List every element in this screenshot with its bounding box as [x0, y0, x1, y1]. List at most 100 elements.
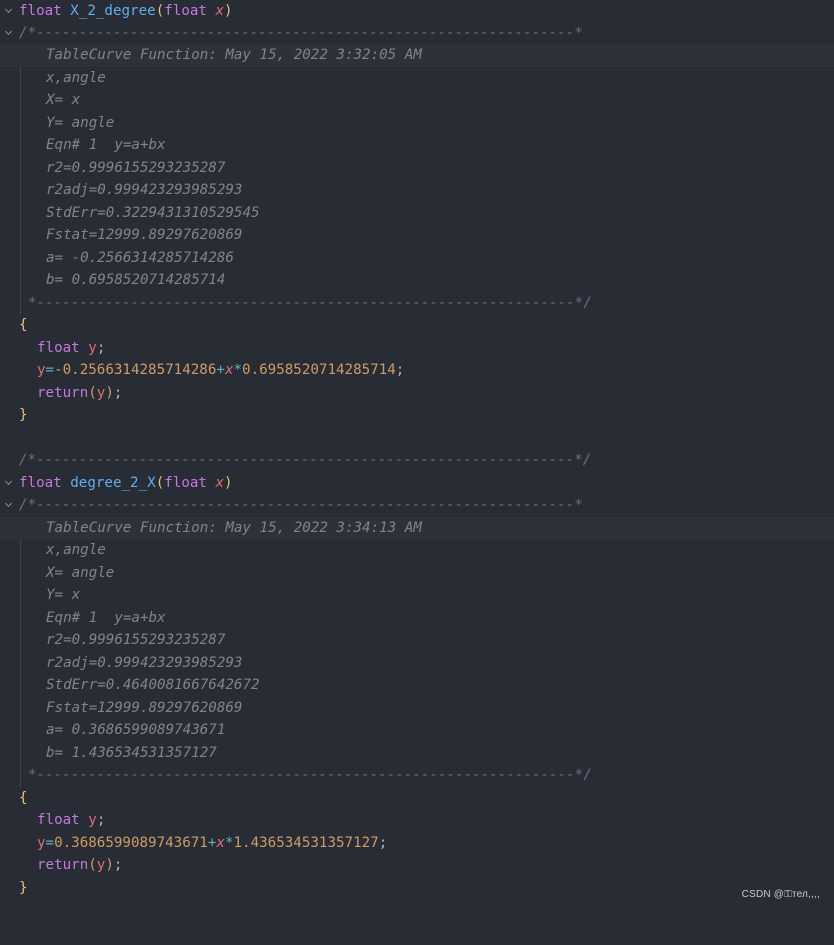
code-line[interactable]: r2=0.9996155293235287 — [0, 629, 834, 652]
keyword: float — [164, 3, 207, 19]
code-line[interactable]: { — [0, 314, 834, 337]
keyword: return — [37, 857, 89, 873]
number: 0.6958520714285714 — [242, 362, 396, 378]
code-line[interactable]: { — [0, 787, 834, 810]
comment-line: TableCurve Function: May 15, 2022 3:34:1… — [46, 520, 422, 536]
fold-chevron-icon[interactable] — [2, 22, 16, 45]
code-line[interactable]: y=-0.2566314285714286+x*0.69585207142857… — [0, 359, 834, 382]
code-line[interactable]: y=0.3686599089743671+x*1.436534531357127… — [0, 832, 834, 855]
brace-open: { — [19, 790, 28, 806]
brace-close: } — [19, 880, 28, 896]
code-line[interactable]: float y; — [0, 809, 834, 832]
comment-line: Eqn# 1 y=a+bx — [46, 137, 166, 153]
comment-line: r2=0.9996155293235287 — [46, 160, 226, 176]
variable: y — [88, 340, 97, 356]
comment-line: X= angle — [46, 565, 115, 581]
code-line[interactable]: Eqn# 1 y=a+bx — [0, 134, 834, 157]
code-line[interactable]: x,angle — [0, 539, 834, 562]
code-line[interactable]: float y; — [0, 337, 834, 360]
code-line[interactable]: return(y); — [0, 854, 834, 877]
param-name: x — [215, 475, 225, 491]
param-name: x — [215, 3, 225, 19]
code-line[interactable]: Y= angle — [0, 112, 834, 135]
code-line[interactable]: } — [0, 877, 834, 900]
function-name: X_2_degree — [70, 3, 156, 19]
operator: * — [233, 362, 243, 378]
code-line[interactable]: r2adj=0.999423293985293 — [0, 652, 834, 675]
code-line[interactable]: Y= x — [0, 584, 834, 607]
keyword: float — [37, 812, 80, 828]
code-line[interactable]: *---------------------------------------… — [0, 764, 834, 787]
paren: ) — [105, 385, 114, 401]
variable: y — [37, 835, 46, 851]
code-line[interactable]: Fstat=12999.89297620869 — [0, 224, 834, 247]
semicolon: ; — [113, 857, 123, 873]
code-line-current[interactable]: TableCurve Function: May 15, 2022 3:32:0… — [0, 44, 834, 67]
semicolon: ; — [113, 385, 123, 401]
code-line[interactable]: *---------------------------------------… — [0, 292, 834, 315]
comment-line: Fstat=12999.89297620869 — [46, 227, 243, 243]
number: 1.436534531357127 — [233, 835, 379, 851]
code-line[interactable]: StdErr=0.4640081667642672 — [0, 674, 834, 697]
comment-line: r2adj=0.999423293985293 — [46, 182, 243, 198]
code-line[interactable]: b= 1.436534531357127 — [0, 742, 834, 765]
code-line[interactable]: return(y); — [0, 382, 834, 405]
variable: y — [37, 362, 46, 378]
brace-open: { — [19, 317, 28, 333]
code-line[interactable]: /*--------------------------------------… — [0, 494, 834, 517]
paren: ( — [155, 475, 165, 491]
code-line[interactable]: /*--------------------------------------… — [0, 22, 834, 45]
paren: ) — [224, 475, 233, 491]
comment-line: Eqn# 1 y=a+bx — [46, 610, 166, 626]
code-line[interactable]: X= x — [0, 89, 834, 112]
semicolon: ; — [395, 362, 405, 378]
comment-line: StdErr=0.4640081667642672 — [46, 677, 260, 693]
fold-chevron-icon[interactable] — [2, 472, 16, 495]
number: -0.2566314285714286 — [54, 362, 217, 378]
comment-line: Y= x — [46, 587, 81, 603]
comment-line: r2adj=0.999423293985293 — [46, 655, 243, 671]
code-line[interactable]: x,angle — [0, 67, 834, 90]
paren: ( — [88, 385, 97, 401]
param-name: x — [216, 835, 225, 851]
code-line[interactable]: float degree_2_X(float x) — [0, 472, 834, 495]
paren: ) — [105, 857, 114, 873]
comment-close: *---------------------------------------… — [28, 295, 592, 311]
function-name: degree_2_X — [70, 475, 156, 491]
comment-open: /*--------------------------------------… — [19, 497, 583, 513]
comment-open: /*--------------------------------------… — [19, 25, 583, 41]
keyword: float — [164, 475, 207, 491]
comment-line: a= -0.2566314285714286 — [46, 250, 234, 266]
variable: y — [88, 812, 97, 828]
code-line[interactable]: Fstat=12999.89297620869 — [0, 697, 834, 720]
comment-line: x,angle — [46, 70, 106, 86]
code-line[interactable]: Eqn# 1 y=a+bx — [0, 607, 834, 630]
comment-line: b= 0.6958520714285714 — [46, 272, 226, 288]
comment-line: Y= angle — [46, 115, 115, 131]
code-line[interactable]: StdErr=0.3229431310529545 — [0, 202, 834, 225]
code-line[interactable]: X= angle — [0, 562, 834, 585]
keyword: float — [19, 475, 62, 491]
code-line[interactable]: a= -0.2566314285714286 — [0, 247, 834, 270]
operator: = — [45, 835, 55, 851]
code-line[interactable]: a= 0.3686599089743671 — [0, 719, 834, 742]
code-editor[interactable]: float X_2_degree(float x) /*------------… — [0, 0, 834, 908]
number: 0.3686599089743671 — [54, 835, 208, 851]
code-line-current[interactable]: TableCurve Function: May 15, 2022 3:34:1… — [0, 517, 834, 540]
code-line[interactable]: float X_2_degree(float x) — [0, 0, 834, 23]
operator: = — [45, 362, 55, 378]
paren: ( — [88, 857, 97, 873]
code-line[interactable]: } — [0, 404, 834, 427]
comment-line: TableCurve Function: May 15, 2022 3:32:0… — [46, 47, 422, 63]
code-line[interactable]: b= 0.6958520714285714 — [0, 269, 834, 292]
code-line[interactable]: r2adj=0.999423293985293 — [0, 179, 834, 202]
fold-chevron-icon[interactable] — [2, 494, 16, 517]
fold-chevron-icon[interactable] — [2, 0, 16, 23]
code-line[interactable]: r2=0.9996155293235287 — [0, 157, 834, 180]
semicolon: ; — [378, 835, 388, 851]
code-line[interactable]: /*--------------------------------------… — [0, 449, 834, 472]
watermark: CSDN @⚿тел,,,, — [741, 889, 820, 900]
semicolon: ; — [96, 340, 106, 356]
comment-line: x,angle — [46, 542, 106, 558]
keyword: float — [19, 3, 62, 19]
